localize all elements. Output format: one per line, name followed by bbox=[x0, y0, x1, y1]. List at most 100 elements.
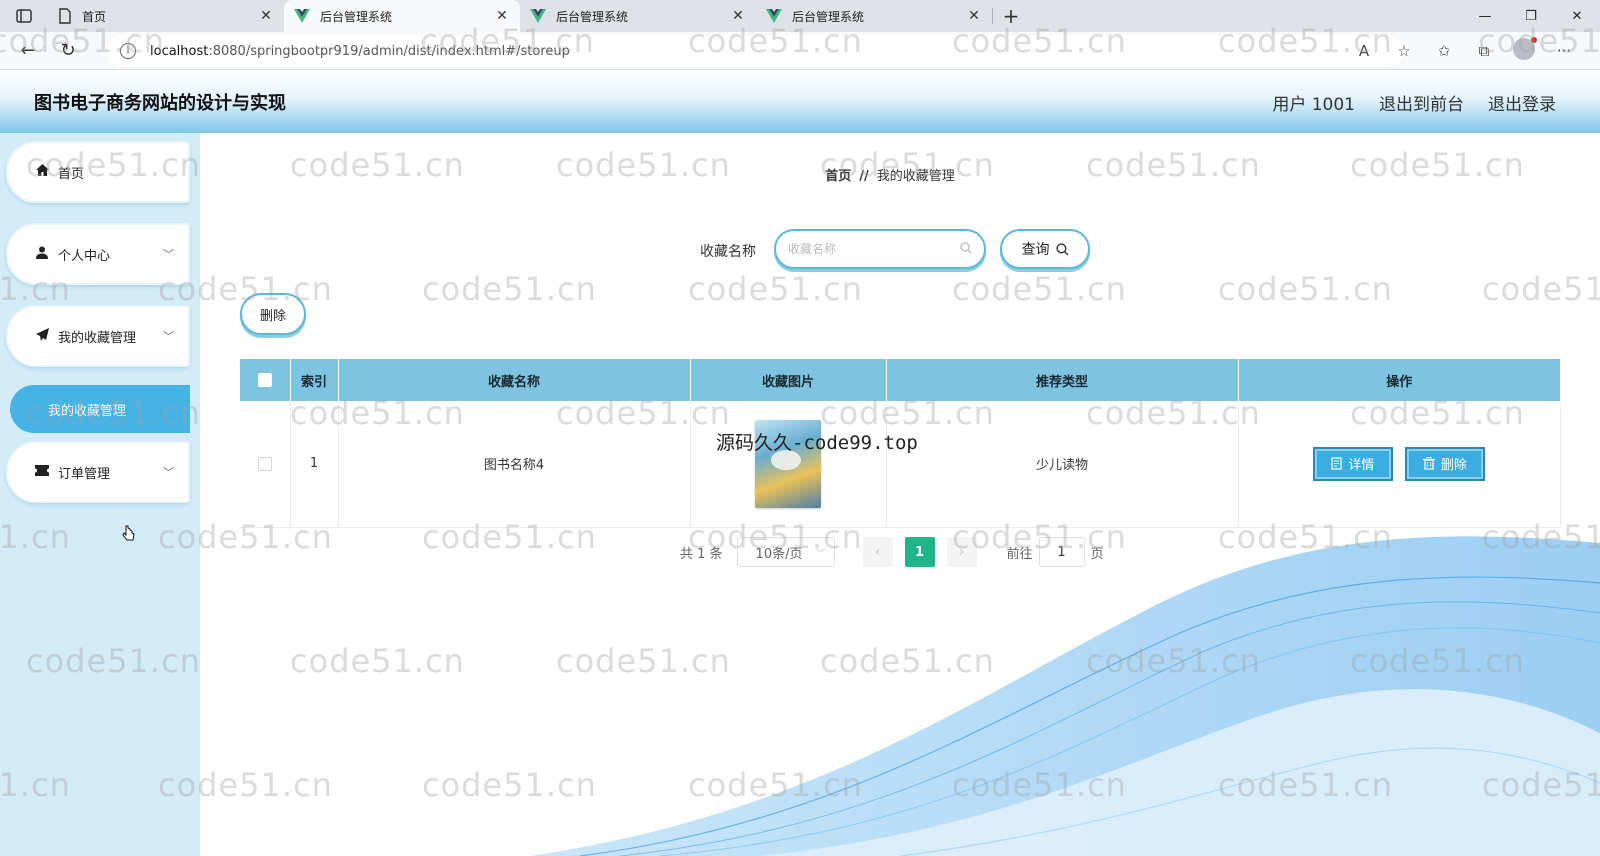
batch-delete-label: 删除 bbox=[259, 308, 286, 324]
home-icon bbox=[34, 164, 50, 180]
search-label: 收藏名称 bbox=[700, 244, 756, 260]
breadcrumb-home[interactable]: 首页 bbox=[825, 169, 851, 184]
search-input[interactable] bbox=[788, 242, 960, 256]
row-actions: 详情 删除 bbox=[1238, 401, 1561, 528]
vue-logo-icon bbox=[530, 9, 546, 23]
column-header: 操作 bbox=[1238, 359, 1560, 401]
browser-tab-2[interactable]: 后台管理系统 ✕ bbox=[284, 0, 520, 32]
detail-button[interactable]: 详情 bbox=[1312, 446, 1393, 481]
header-links: 用户 1001 退出到前台 退出登录 bbox=[1272, 71, 1556, 133]
page-unit-label: 页 bbox=[1090, 546, 1104, 562]
close-icon[interactable]: ✕ bbox=[258, 8, 274, 24]
window-close-icon[interactable]: ✕ bbox=[1554, 0, 1600, 32]
column-header: 收藏名称 bbox=[338, 359, 691, 401]
main-content: 首页 // 我的收藏管理 收藏名称 查询 删除 索引 收藏名称 收藏图片 推荐类型 … bbox=[200, 133, 1600, 856]
mouse-cursor-icon bbox=[122, 525, 135, 541]
total-count: 共 1 条 bbox=[680, 546, 723, 562]
sidebar-item-profile[interactable]: 个人中心 ﹀ bbox=[6, 223, 190, 285]
table-row: 1 图书名称4 少儿读物 详情 删除 bbox=[240, 401, 1561, 528]
submenu-item-favorites[interactable]: 我的收藏管理 bbox=[10, 385, 190, 433]
row-type: 少儿读物 bbox=[886, 401, 1239, 528]
chevron-down-icon: ﹀ bbox=[815, 548, 826, 560]
batch-delete-button[interactable]: 删除 bbox=[240, 293, 306, 335]
send-icon bbox=[34, 327, 50, 345]
profile-avatar[interactable] bbox=[1504, 37, 1544, 64]
close-icon[interactable]: ✕ bbox=[966, 8, 982, 24]
goto-page-input[interactable]: 1 bbox=[1038, 537, 1085, 567]
prev-page-button[interactable]: ‹ bbox=[862, 537, 893, 567]
tab-title: 后台管理系统 bbox=[792, 9, 865, 24]
browser-actions: A ☆ ✩ ⧉ ··· bbox=[1344, 32, 1584, 70]
breadcrumb-current: 我的收藏管理 bbox=[876, 169, 955, 184]
row-image-cell bbox=[690, 401, 887, 528]
logout-link[interactable]: 退出登录 bbox=[1488, 90, 1556, 115]
query-button-label: 查询 bbox=[1021, 242, 1050, 258]
close-icon[interactable]: ✕ bbox=[730, 8, 746, 24]
row-name: 图书名称4 bbox=[338, 401, 691, 528]
column-header: 推荐类型 bbox=[886, 359, 1239, 401]
document-icon bbox=[1331, 457, 1343, 470]
pagination: 共 1 条 10条/页 ﹀ ‹ 1 › 前往 1 页 bbox=[680, 537, 1104, 567]
select-all-cell bbox=[240, 359, 291, 401]
info-icon[interactable]: i bbox=[120, 43, 136, 59]
column-header: 索引 bbox=[290, 359, 339, 401]
sidebar-item-home[interactable]: 首页 bbox=[6, 141, 190, 203]
tab-actions-icon[interactable] bbox=[0, 0, 48, 32]
vue-logo-icon bbox=[294, 9, 310, 23]
new-tab-icon[interactable]: + bbox=[993, 0, 1029, 32]
url-host: localhost bbox=[150, 43, 209, 59]
back-to-front-link[interactable]: 退出到前台 bbox=[1379, 90, 1464, 115]
sidebar-item-label: 订单管理 bbox=[58, 466, 111, 482]
breadcrumb: 首页 // 我的收藏管理 bbox=[200, 165, 1580, 184]
address-bar[interactable]: i localhost:8080/springbootpr919/admin/d… bbox=[106, 35, 1404, 67]
search-icon bbox=[960, 241, 972, 257]
next-page-button[interactable]: › bbox=[946, 537, 977, 567]
page-size-select[interactable]: 10条/页 ﹀ bbox=[736, 537, 835, 567]
breadcrumb-separator: // bbox=[859, 169, 869, 184]
row-delete-label: 删除 bbox=[1441, 458, 1468, 474]
goto-label: 前往 bbox=[1006, 546, 1033, 562]
row-delete-button[interactable]: 删除 bbox=[1405, 446, 1486, 481]
browser-tab-3[interactable]: 后台管理系统 ✕ bbox=[520, 0, 756, 32]
sidebar-item-label: 个人中心 bbox=[58, 248, 111, 264]
app-title: 图书电子商务网站的设计与实现 bbox=[34, 93, 286, 114]
favorites-table: 索引 收藏名称 收藏图片 推荐类型 操作 1 图书名称4 少儿读物 详情 删除 bbox=[240, 359, 1561, 528]
more-icon[interactable]: ··· bbox=[1544, 42, 1584, 60]
table-header-row: 索引 收藏名称 收藏图片 推荐类型 操作 bbox=[240, 359, 1560, 401]
browser-tab-4[interactable]: 后台管理系统 ✕ bbox=[756, 0, 992, 32]
tab-title: 后台管理系统 bbox=[556, 9, 629, 24]
page-number-current[interactable]: 1 bbox=[904, 537, 935, 567]
back-icon[interactable]: ← bbox=[8, 32, 48, 70]
sidebar: 首页 个人中心 ﹀ 我的收藏管理 ﹀ 我的收藏管理 订单管理 ﹀ bbox=[0, 133, 200, 856]
sidebar-item-favorites[interactable]: 我的收藏管理 ﹀ bbox=[6, 305, 190, 367]
reload-icon[interactable]: ↻ bbox=[48, 32, 88, 70]
trash-icon bbox=[1423, 457, 1436, 470]
add-favorite-icon[interactable]: ☆ bbox=[1384, 42, 1424, 60]
submenu-item-label: 我的收藏管理 bbox=[48, 403, 127, 419]
minimize-icon[interactable]: — bbox=[1462, 0, 1508, 32]
restore-icon[interactable]: ❐ bbox=[1508, 0, 1554, 32]
ticket-icon bbox=[34, 464, 50, 480]
detail-button-label: 详情 bbox=[1348, 458, 1375, 474]
chevron-down-icon: ﹀ bbox=[163, 330, 174, 343]
favorites-icon[interactable]: ✩ bbox=[1424, 42, 1464, 60]
page-icon bbox=[59, 8, 71, 24]
tab-title: 首页 bbox=[82, 9, 107, 24]
select-all-checkbox[interactable] bbox=[257, 373, 272, 387]
chevron-down-icon: ﹀ bbox=[163, 248, 174, 261]
user-label: 用户 1001 bbox=[1272, 94, 1355, 115]
query-button[interactable]: 查询 bbox=[1000, 229, 1090, 269]
row-select-cell bbox=[240, 401, 291, 528]
row-checkbox[interactable] bbox=[257, 456, 272, 471]
column-header: 收藏图片 bbox=[690, 359, 887, 401]
collections-icon[interactable]: ⧉ bbox=[1464, 42, 1504, 60]
window-controls: — ❐ ✕ bbox=[1462, 0, 1600, 32]
close-icon[interactable]: ✕ bbox=[494, 8, 510, 24]
tab-title: 后台管理系统 bbox=[320, 9, 393, 24]
read-aloud-icon[interactable]: A bbox=[1344, 42, 1384, 60]
page-size-value: 10条/页 bbox=[755, 546, 803, 562]
sidebar-item-orders[interactable]: 订单管理 ﹀ bbox=[6, 441, 190, 503]
browser-tab-1[interactable]: 首页 ✕ bbox=[48, 0, 284, 32]
book-cover-image bbox=[755, 419, 821, 508]
search-field[interactable] bbox=[774, 229, 986, 269]
